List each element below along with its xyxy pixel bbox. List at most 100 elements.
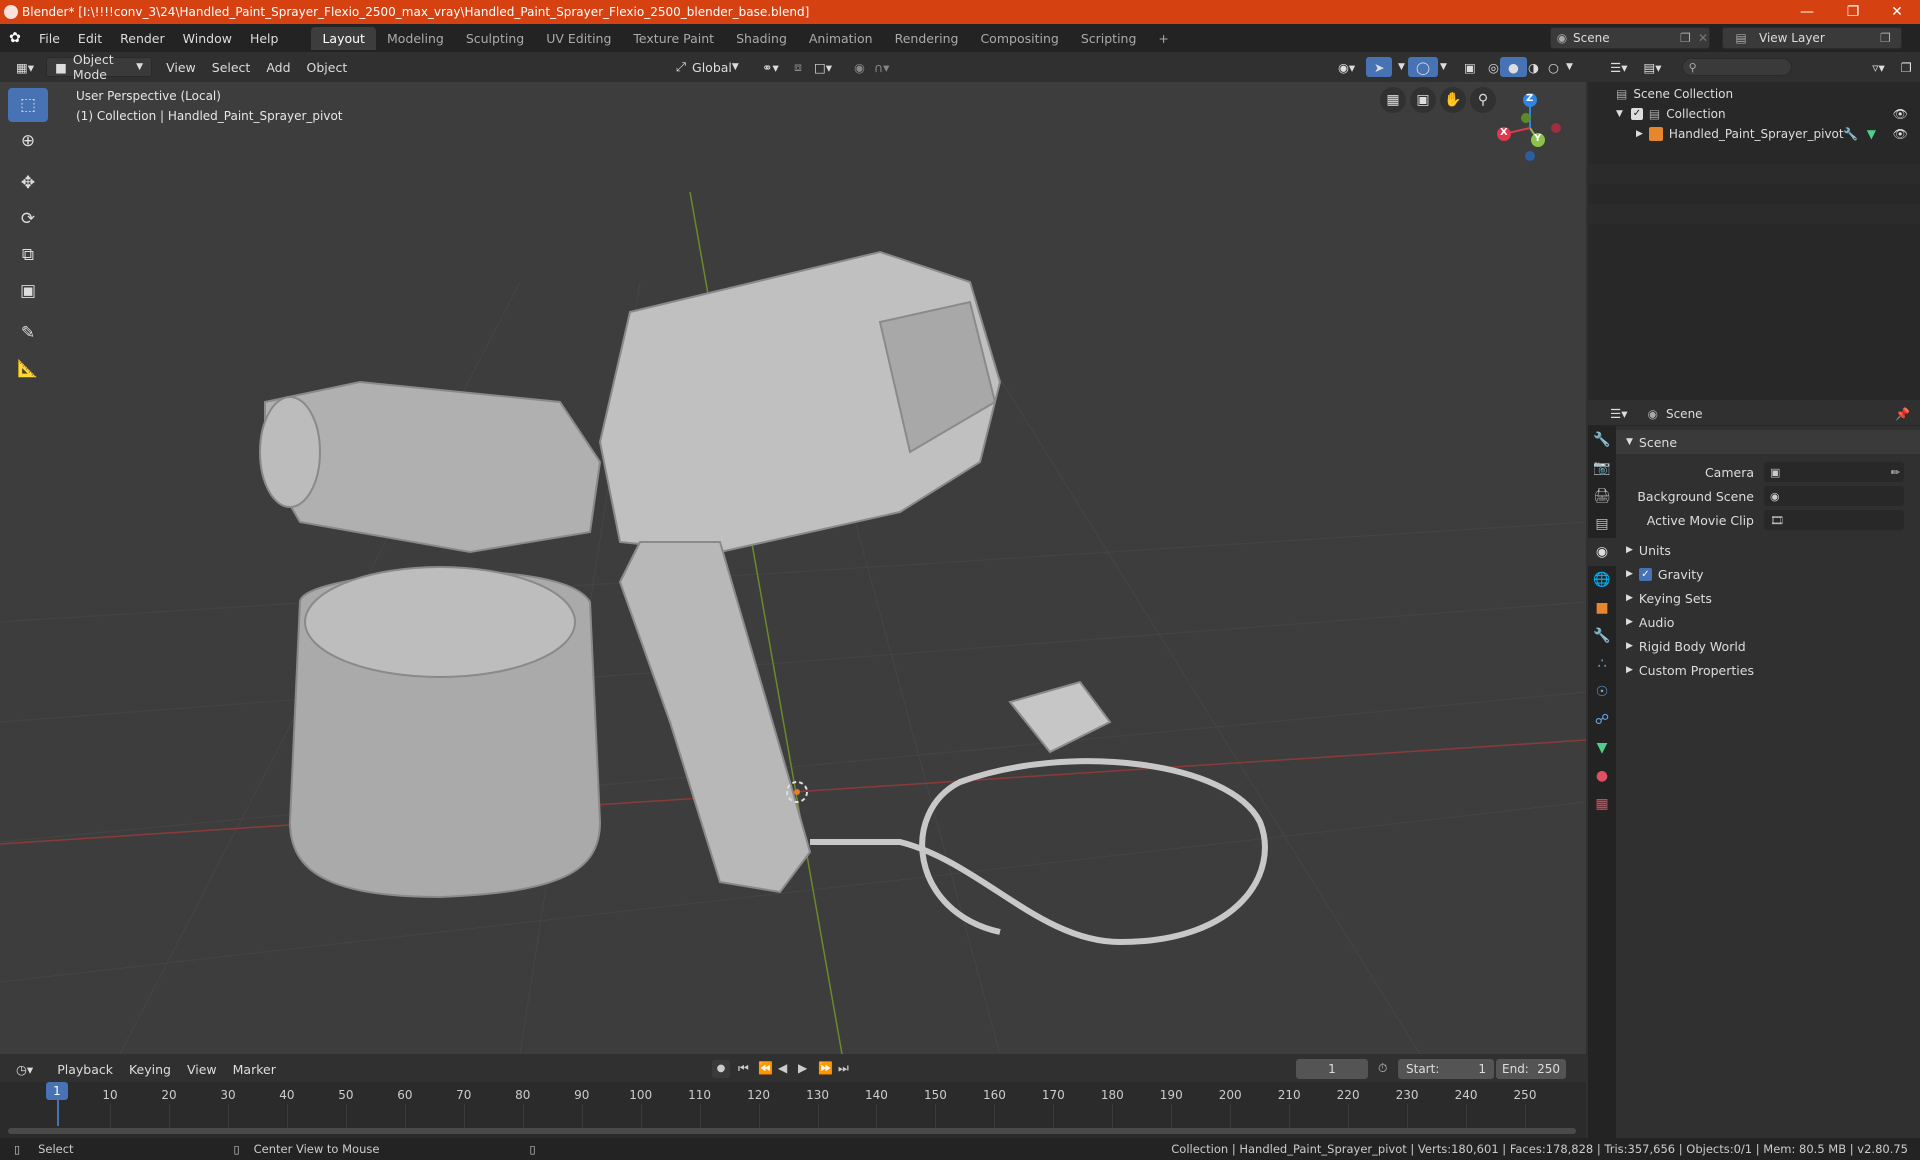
toggle-grid-icon[interactable]: ▦ xyxy=(1380,87,1406,113)
editor-type-icon[interactable]: ☰▾ xyxy=(1602,57,1635,77)
rigid-body-world-panel-header[interactable]: ▶ Rigid Body World xyxy=(1616,634,1920,658)
display-mode-icon[interactable]: ▤▾ xyxy=(1635,57,1669,77)
active-movie-clip-field[interactable]: 🎞 xyxy=(1764,510,1904,530)
navigation-gizmo[interactable]: Z Y X xyxy=(1490,88,1570,168)
modifier-wrench-icon[interactable]: 🔧 xyxy=(1843,127,1858,141)
mesh-data-tab-icon[interactable]: ▼ xyxy=(1588,734,1616,762)
audio-panel-header[interactable]: ▶ Audio xyxy=(1616,610,1920,634)
background-scene-field[interactable]: ◉ xyxy=(1764,486,1904,506)
view-layer-selector[interactable]: ▤ View Layer xyxy=(1722,27,1902,49)
filter-icon[interactable]: ▿▾ xyxy=(1864,57,1893,77)
custom-properties-panel-header[interactable]: ▶ Custom Properties xyxy=(1616,658,1920,682)
eye-icon[interactable]: 👁 xyxy=(1893,127,1908,141)
delete-scene-icon[interactable]: ✕ xyxy=(1698,31,1708,45)
tab-scripting[interactable]: Scripting xyxy=(1070,27,1148,50)
3d-viewport[interactable]: User Perspective (Local) (1) Collection … xyxy=(0,82,1586,1054)
gravity-panel-header[interactable]: ▶ ✓ Gravity xyxy=(1616,562,1920,586)
constraints-tab-icon[interactable]: ☍ xyxy=(1588,706,1616,734)
camera-view-icon[interactable]: ▣ xyxy=(1410,87,1436,113)
rotate-tool-icon[interactable]: ⟳ xyxy=(8,202,48,236)
units-panel-header[interactable]: ▶ Units xyxy=(1616,538,1920,562)
mesh-data-icon[interactable]: ▼ xyxy=(1867,127,1876,141)
snap-target-icon[interactable]: □▾ xyxy=(806,57,840,77)
physics-tab-icon[interactable]: ☉ xyxy=(1588,678,1616,706)
keying-sets-panel-header[interactable]: ▶ Keying Sets xyxy=(1616,586,1920,610)
tool-tab-icon[interactable]: 🔧 xyxy=(1588,426,1616,454)
menu-object[interactable]: Object xyxy=(299,57,356,77)
outliner-row-scene-collection[interactable]: ▤ Scene Collection xyxy=(1588,84,1920,104)
output-tab-icon[interactable]: 🖨 xyxy=(1588,482,1616,510)
outliner-row-collection[interactable]: ▼ ✓ ▤ Collection 👁 xyxy=(1588,104,1920,124)
cursor-tool-icon[interactable]: ⊕ xyxy=(8,124,48,158)
pivot-point-icon[interactable]: ⚭▾ xyxy=(754,57,787,77)
playhead[interactable]: 1 xyxy=(46,1082,68,1100)
add-workspace-button[interactable]: + xyxy=(1147,27,1179,50)
menu-edit[interactable]: Edit xyxy=(69,31,111,46)
render-tab-icon[interactable]: 📷 xyxy=(1588,454,1616,482)
collection-checkbox[interactable]: ✓ xyxy=(1630,108,1643,120)
close-icon[interactable]: ✕ xyxy=(1874,0,1920,24)
menu-file[interactable]: File xyxy=(30,31,69,46)
object-tab-icon[interactable]: ■ xyxy=(1588,594,1616,622)
eye-icon[interactable]: 👁 xyxy=(1893,107,1908,121)
gizmo-toggle-icon[interactable]: ➤ xyxy=(1366,57,1393,77)
texture-tab-icon[interactable]: ▦ xyxy=(1588,790,1616,818)
particles-tab-icon[interactable]: ∴ xyxy=(1588,650,1616,678)
visibility-icon[interactable]: ◉▾ xyxy=(1330,57,1363,77)
expand-arrow-icon[interactable]: ▼ xyxy=(1616,109,1623,119)
timeline-scrollbar[interactable] xyxy=(8,1128,1576,1134)
modifier-tab-icon[interactable]: 🔧 xyxy=(1588,622,1616,650)
scale-tool-icon[interactable]: ⧉ xyxy=(8,238,48,272)
scene-tab-icon[interactable]: ◉ xyxy=(1588,538,1616,566)
shading-dropdown-icon[interactable]: ▼ xyxy=(1558,57,1581,77)
tab-uv-editing[interactable]: UV Editing xyxy=(535,27,622,50)
menu-window[interactable]: Window xyxy=(174,31,241,46)
tab-layout[interactable]: Layout xyxy=(311,26,376,50)
select-box-tool-icon[interactable]: ⬚ xyxy=(8,88,48,122)
falloff-icon[interactable]: ∩▾ xyxy=(866,57,897,77)
overlays-dropdown-icon[interactable]: ▼ xyxy=(1432,57,1455,77)
eyedropper-icon[interactable]: ✏ xyxy=(1891,466,1900,479)
blender-menu-icon[interactable]: ✿ xyxy=(0,30,30,46)
transform-tool-icon[interactable]: ▣ xyxy=(8,274,48,308)
minimize-icon[interactable]: — xyxy=(1784,0,1830,24)
paint-sprayer-model[interactable] xyxy=(259,250,1268,946)
menu-help[interactable]: Help xyxy=(241,31,288,46)
tab-animation[interactable]: Animation xyxy=(798,27,884,50)
measure-tool-icon[interactable]: 📐 xyxy=(8,352,48,386)
editor-type-icon[interactable]: ☰▾ xyxy=(1602,404,1635,424)
scene-panel-header[interactable]: ▼ Scene xyxy=(1616,430,1920,454)
expand-arrow-icon[interactable]: ▶ xyxy=(1636,129,1643,139)
annotate-tool-icon[interactable]: ✎ xyxy=(8,316,48,350)
new-scene-icon[interactable]: ❐ xyxy=(1680,31,1691,45)
menu-select[interactable]: Select xyxy=(204,57,259,77)
view-layer-tab-icon[interactable]: ▤ xyxy=(1588,510,1616,538)
camera-field[interactable]: ▣ ✏ xyxy=(1764,462,1904,482)
timeline-track[interactable]: 10 20 30 40 50 60 70 80 90 100 110 120 130 140 150 160 1… xyxy=(0,1082,1586,1138)
tab-rendering[interactable]: Rendering xyxy=(884,27,970,50)
zoom-icon[interactable]: ⚲ xyxy=(1470,87,1496,113)
menu-view[interactable]: View xyxy=(158,57,204,77)
pin-icon[interactable]: 📌 xyxy=(1895,407,1910,421)
object-label: Handled_Paint_Sprayer_pivot xyxy=(1668,127,1844,141)
world-tab-icon[interactable]: 🌐 xyxy=(1588,566,1616,594)
new-collection-icon[interactable]: ❐ xyxy=(1893,57,1920,77)
editor-type-icon[interactable]: ▦▾ xyxy=(8,57,42,77)
outliner-row-object[interactable]: ▶ Handled_Paint_Sprayer_pivot 🔧 ▼ 👁 xyxy=(1588,124,1920,144)
tab-modeling[interactable]: Modeling xyxy=(376,27,455,50)
menu-add[interactable]: Add xyxy=(258,57,298,77)
outliner-search-input[interactable]: ⚲ xyxy=(1681,58,1792,76)
restore-icon[interactable]: ❐ xyxy=(1830,0,1876,24)
new-view-layer-icon[interactable]: ❐ xyxy=(1880,31,1891,45)
menu-render[interactable]: Render xyxy=(111,31,174,46)
tab-sculpting[interactable]: Sculpting xyxy=(455,27,535,50)
gravity-checkbox[interactable]: ✓ xyxy=(1638,567,1652,581)
material-tab-icon[interactable]: ● xyxy=(1588,762,1616,790)
pan-hand-icon[interactable]: ✋ xyxy=(1440,87,1466,113)
tab-shading[interactable]: Shading xyxy=(725,27,798,50)
object-mode-dropdown[interactable]: ■ Object Mode ▼ xyxy=(46,52,153,82)
tab-compositing[interactable]: Compositing xyxy=(969,27,1069,50)
move-tool-icon[interactable]: ✥ xyxy=(8,166,48,200)
transform-orientation-dropdown[interactable]: ⤢ Global ▼ xyxy=(668,57,746,77)
tab-texture-paint[interactable]: Texture Paint xyxy=(622,27,725,50)
